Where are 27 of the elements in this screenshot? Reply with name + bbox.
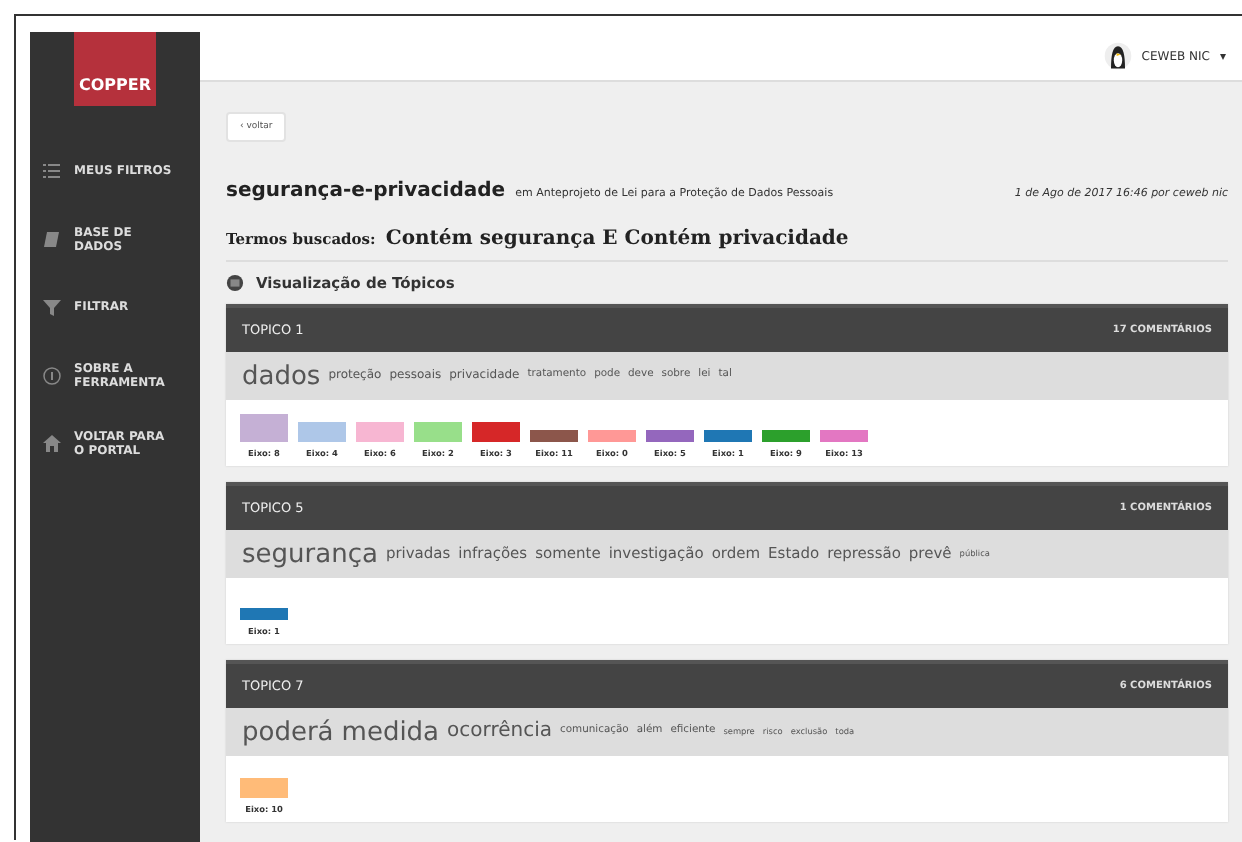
home-icon: [42, 434, 62, 454]
search-terms: Contém segurança E Contém privacidade: [385, 228, 849, 250]
axis-bar[interactable]: [646, 430, 694, 442]
topic-word: segurança: [242, 541, 378, 567]
filter-icon: [42, 298, 62, 318]
topic-word: ocorrência: [447, 722, 552, 742]
axis-bar[interactable]: [414, 422, 462, 442]
axis-bar[interactable]: [240, 608, 288, 620]
axis-bar[interactable]: [356, 422, 404, 442]
axis-bar[interactable]: [298, 422, 346, 442]
topic-word: dados: [242, 363, 321, 389]
avatar-icon: [1103, 42, 1132, 70]
list-icon: [42, 162, 62, 182]
info-icon: [42, 366, 62, 386]
topic-word: medida: [341, 719, 440, 745]
topic-word: poderá: [242, 719, 334, 745]
circle-icon: [226, 274, 244, 292]
logo[interactable]: COPPER: [74, 32, 156, 106]
axis-bar[interactable]: [588, 430, 636, 442]
axis-bar[interactable]: [472, 422, 520, 442]
axis-bar[interactable]: [240, 778, 288, 798]
axis-bar[interactable]: [762, 430, 810, 442]
axis-bar[interactable]: [820, 430, 868, 442]
axis-bar[interactable]: [530, 430, 578, 442]
page-title: segurança-e-privacidade: [226, 180, 506, 202]
axis-bar[interactable]: [240, 414, 288, 442]
axis-bar[interactable]: [704, 430, 752, 442]
